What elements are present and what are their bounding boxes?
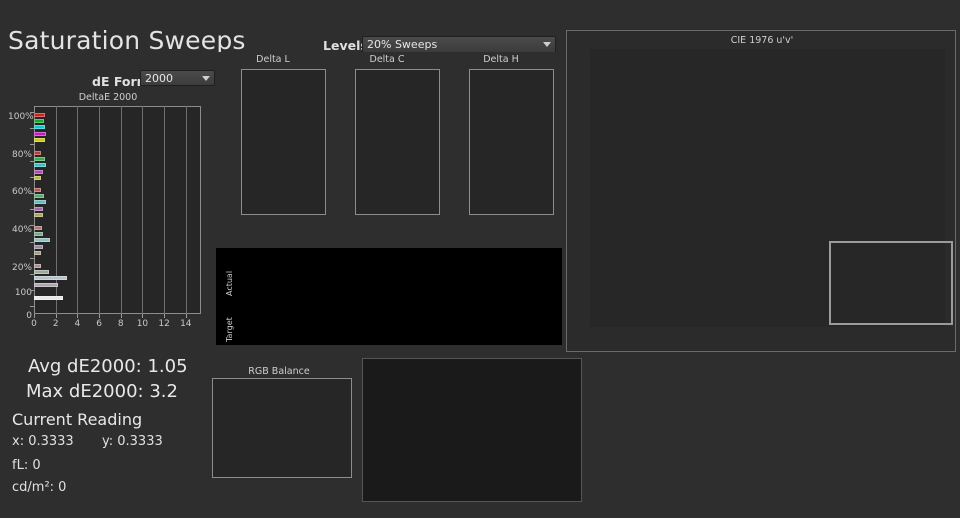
delta-c-chart: Delta C <box>332 52 442 242</box>
deltae-ytick <box>30 306 34 307</box>
deltae-bar <box>34 157 45 161</box>
deltae-xtick <box>186 314 187 318</box>
deltae-bar <box>34 283 58 287</box>
deltae-bar <box>34 163 46 167</box>
deltae-xtick <box>77 314 78 318</box>
deltae-bar <box>34 245 43 249</box>
deltae-ytick-label: 60% <box>8 187 32 197</box>
delta-h-plot-area <box>469 69 554 215</box>
deltae-bar <box>34 113 45 117</box>
max-de2000: Max dE2000: 3.2 <box>26 381 178 402</box>
deltae-bar <box>34 176 41 180</box>
deltae-bar <box>34 200 46 204</box>
deltae-bar <box>34 232 43 236</box>
deltae-xtick <box>142 314 143 318</box>
deltae-bar <box>34 251 41 255</box>
deltae-plot-area <box>34 106 201 314</box>
deltae-gridline <box>121 106 122 314</box>
deltae-bar <box>34 270 49 274</box>
deltae-bar <box>34 194 44 198</box>
deltae-ytick-label: 100% <box>8 112 32 122</box>
rgb-balance-title: RGB Balance <box>196 366 362 377</box>
deltae-chart-title: DeltaE 2000 <box>8 92 208 103</box>
chevron-down-icon <box>543 42 551 47</box>
deltae-xtick-label: 2 <box>50 319 62 329</box>
deltae-bar <box>34 207 43 211</box>
deltae-xtick-label: 8 <box>115 319 127 329</box>
readings-panel: Avg dE2000: 1.05 Max dE2000: 3.2 Current… <box>6 356 206 511</box>
cie-zoom-inset[interactable] <box>829 241 953 325</box>
deltae-ytick-label: 20% <box>8 263 32 273</box>
deltae-xtick <box>99 314 100 318</box>
deltae-xtick-label: 4 <box>71 319 83 329</box>
deltae-gridline <box>99 106 100 314</box>
deltae-bar <box>34 138 45 142</box>
levels-value: 20% Sweeps <box>367 38 539 51</box>
rgb-balance-chart: RGB Balance <box>196 362 362 502</box>
app-root: Saturation Sweeps dE Formula: 2000 Level… <box>0 0 960 518</box>
de-formula-select[interactable]: 2000 <box>140 70 215 86</box>
deltae-xtick-label: 6 <box>93 319 105 329</box>
measurements-table <box>362 358 582 502</box>
current-fl: fL: 0 <box>12 458 41 473</box>
delta-h-title: Delta H <box>446 54 556 65</box>
deltae-ytick <box>30 258 34 259</box>
deltae-ytick <box>30 290 34 291</box>
deltae-bar <box>34 238 50 242</box>
deltae-ytick <box>30 144 34 145</box>
cie-chart: CIE 1976 u'v' <box>566 30 956 352</box>
deltae-xtick <box>56 314 57 318</box>
actual-label: Actual <box>225 271 234 296</box>
deltae-bar <box>34 170 43 174</box>
deltae-bar <box>34 276 67 280</box>
deltae-ytick-label: 0 <box>8 311 32 321</box>
deltae-bar <box>34 125 45 129</box>
cie-chart-title: CIE 1976 u'v' <box>567 35 957 46</box>
delta-charts-panel: Delta L Delta C Delta H Actual Target <box>216 52 562 345</box>
deltae-bar <box>34 213 43 217</box>
deltae-bar <box>34 188 41 192</box>
delta-l-title: Delta L <box>218 54 328 65</box>
deltae-gridline <box>77 106 78 314</box>
deltae-xtick <box>34 314 35 318</box>
deltae-xtick <box>121 314 122 318</box>
cie-inset-canvas <box>831 243 951 323</box>
current-x: x: 0.3333 <box>12 434 74 449</box>
deltae-chart: DeltaE 2000 0 2468 10 12 14 100% 80% 60% 40% 20% 1… <box>8 92 208 337</box>
current-cdm2: cd/m²: 0 <box>12 480 66 495</box>
chevron-down-icon <box>202 76 210 81</box>
target-label: Target <box>225 317 234 342</box>
deltae-bar <box>34 119 44 123</box>
deltae-ytick-label: 40% <box>8 225 32 235</box>
delta-l-chart: Delta L <box>218 52 328 242</box>
deltae-gridline <box>164 106 165 314</box>
deltae-bar <box>34 264 41 268</box>
page-title: Saturation Sweeps <box>8 26 246 55</box>
deltae-ytick-label: 100 <box>8 288 32 298</box>
delta-c-title: Delta C <box>332 54 442 65</box>
delta-c-plot-area <box>355 69 440 215</box>
avg-de2000: Avg dE2000: 1.05 <box>28 356 188 377</box>
deltae-gridline <box>186 106 187 314</box>
rgb-plot-area <box>212 378 352 478</box>
deltae-bar <box>34 151 41 155</box>
delta-l-plot-area <box>241 69 326 215</box>
deltae-xtick-label: 10 <box>136 319 148 329</box>
deltae-xtick <box>164 314 165 318</box>
levels-select[interactable]: 20% Sweeps <box>362 36 556 53</box>
deltae-bar <box>34 296 63 300</box>
deltae-bar <box>34 226 42 230</box>
de-formula-value: 2000 <box>145 72 198 85</box>
deltae-bar <box>34 132 46 136</box>
deltae-gridline <box>142 106 143 314</box>
current-reading-heading: Current Reading <box>12 410 142 429</box>
deltae-xtick-label: 14 <box>180 319 192 329</box>
deltae-xtick-label: 12 <box>158 319 170 329</box>
delta-h-chart: Delta H <box>446 52 556 242</box>
deltae-ytick-label: 80% <box>8 150 32 160</box>
current-y: y: 0.3333 <box>102 434 163 449</box>
swatch-panel: Actual Target <box>216 248 562 345</box>
